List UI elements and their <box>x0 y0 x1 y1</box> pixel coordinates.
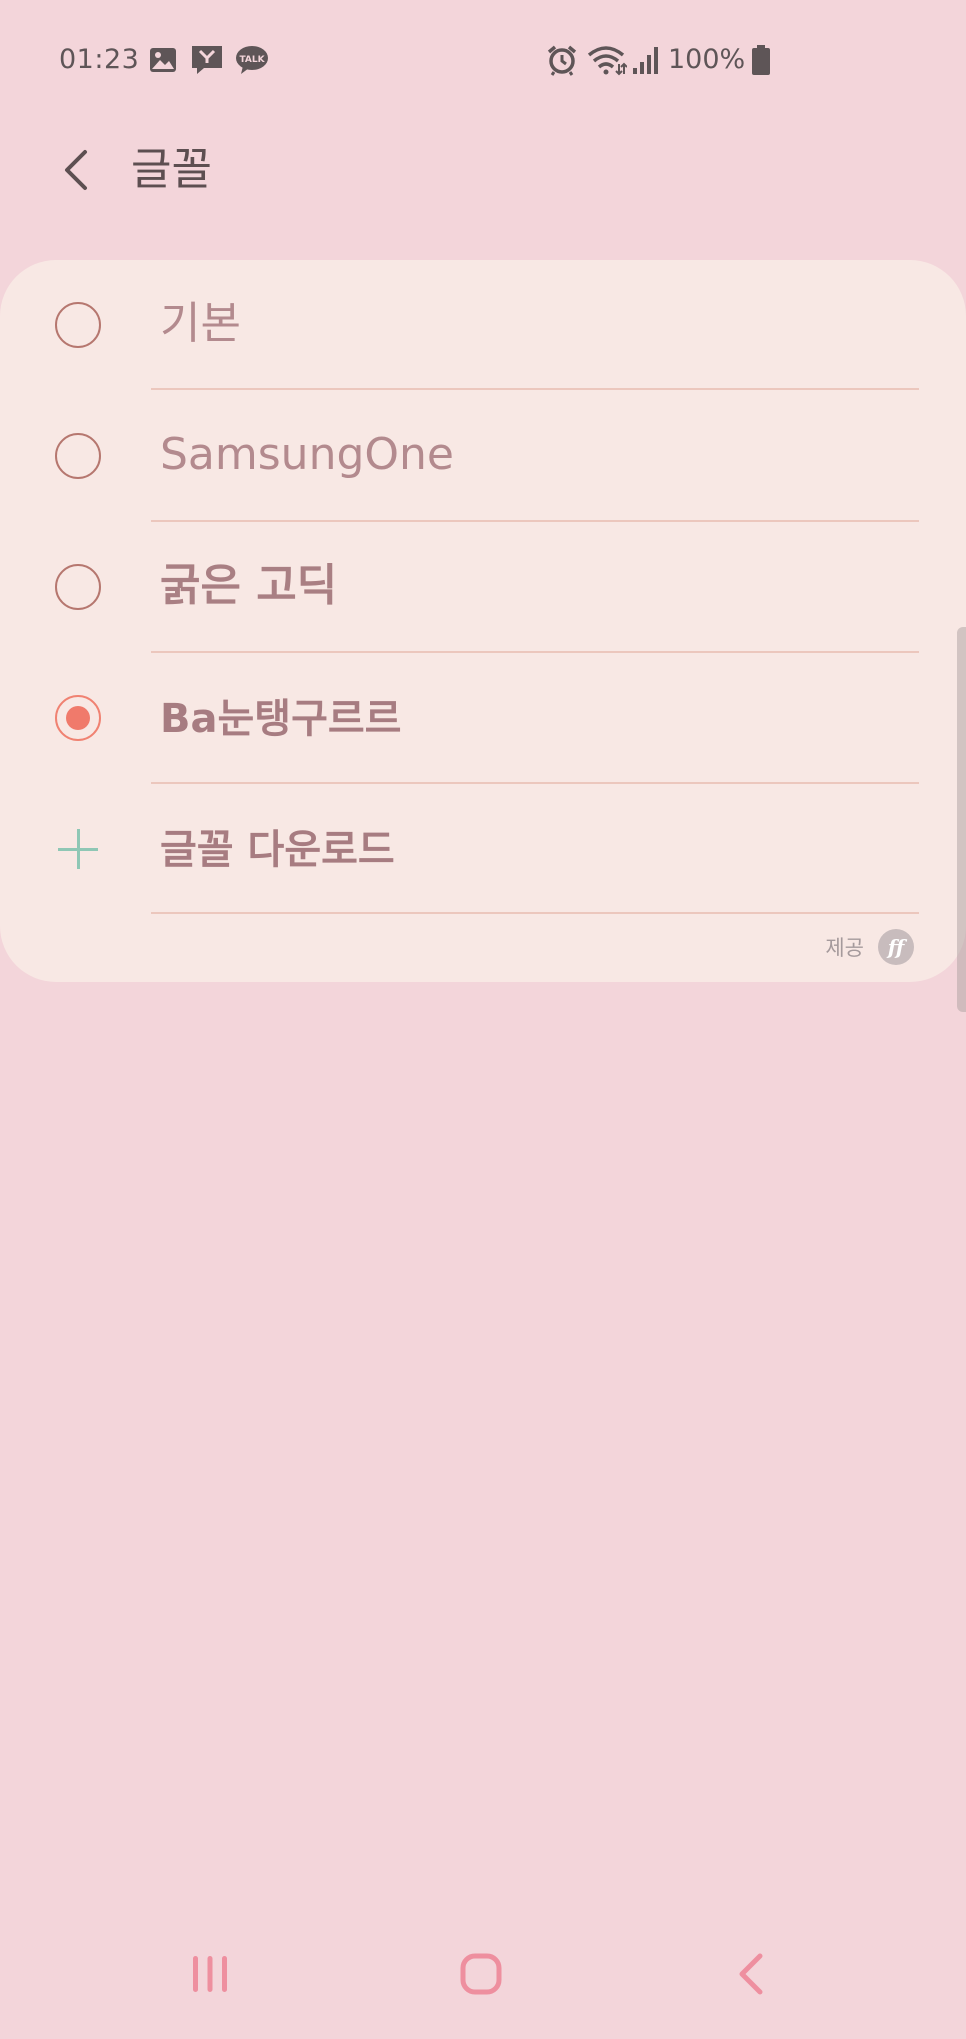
status-bar: 01:23 TALK 100% <box>0 0 966 120</box>
recents-icon <box>193 1956 227 1992</box>
font-option-label: SamsungOne <box>160 429 454 480</box>
wifi-icon <box>587 44 627 76</box>
home-button[interactable] <box>441 1934 521 2014</box>
nav-back-button[interactable] <box>711 1934 791 2014</box>
chevron-left-icon <box>65 150 87 190</box>
page-title: 글꼴 <box>131 144 212 195</box>
radio-button[interactable] <box>55 433 101 479</box>
back-button[interactable] <box>48 142 104 198</box>
home-icon <box>460 1953 502 1995</box>
battery-icon <box>751 44 771 76</box>
radio-button[interactable] <box>55 302 101 348</box>
signal-icon <box>631 44 661 76</box>
recents-button[interactable] <box>170 1934 250 2014</box>
font-option-label: 기본 <box>160 298 241 349</box>
provider-label: 제공 <box>825 936 864 960</box>
scroll-indicator[interactable] <box>957 627 966 1012</box>
provider-credit: 제공 ff <box>825 929 914 965</box>
download-fonts-item[interactable]: 글꼴 다운로드 <box>0 784 966 915</box>
divider <box>151 388 919 390</box>
status-time: 01:23 <box>59 44 140 75</box>
font-option-custom[interactable]: Ba눈탱구르르 <box>0 653 966 784</box>
missed-call-icon <box>190 44 224 76</box>
svg-text:TALK: TALK <box>239 55 265 65</box>
font-option-label: 굵은 고딕 <box>160 560 338 611</box>
back-icon <box>739 1953 763 1995</box>
navigation-bar <box>0 1914 966 2039</box>
font-option-default[interactable]: 기본 <box>0 260 966 391</box>
gallery-icon <box>148 44 178 76</box>
download-fonts-label: 글꼴 다운로드 <box>160 827 395 873</box>
battery-percent: 100% <box>668 44 746 75</box>
app-header: 글꼴 <box>0 120 966 232</box>
radio-button-selected[interactable] <box>55 695 101 741</box>
font-option-samsungone[interactable]: SamsungOne <box>0 391 966 522</box>
radio-button[interactable] <box>55 564 101 610</box>
font-option-bold-gothic[interactable]: 굵은 고딕 <box>0 522 966 653</box>
alarm-icon <box>546 44 578 76</box>
plus-icon <box>58 829 98 869</box>
ff-logo-icon: ff <box>878 929 914 965</box>
font-options-card: 기본 SamsungOne 굵은 고딕 Ba눈탱구르르 글꼴 다운로드 제공 f… <box>0 260 966 982</box>
kakaotalk-icon: TALK <box>235 44 269 76</box>
divider <box>151 912 919 914</box>
font-option-label: Ba눈탱구르르 <box>160 696 402 742</box>
